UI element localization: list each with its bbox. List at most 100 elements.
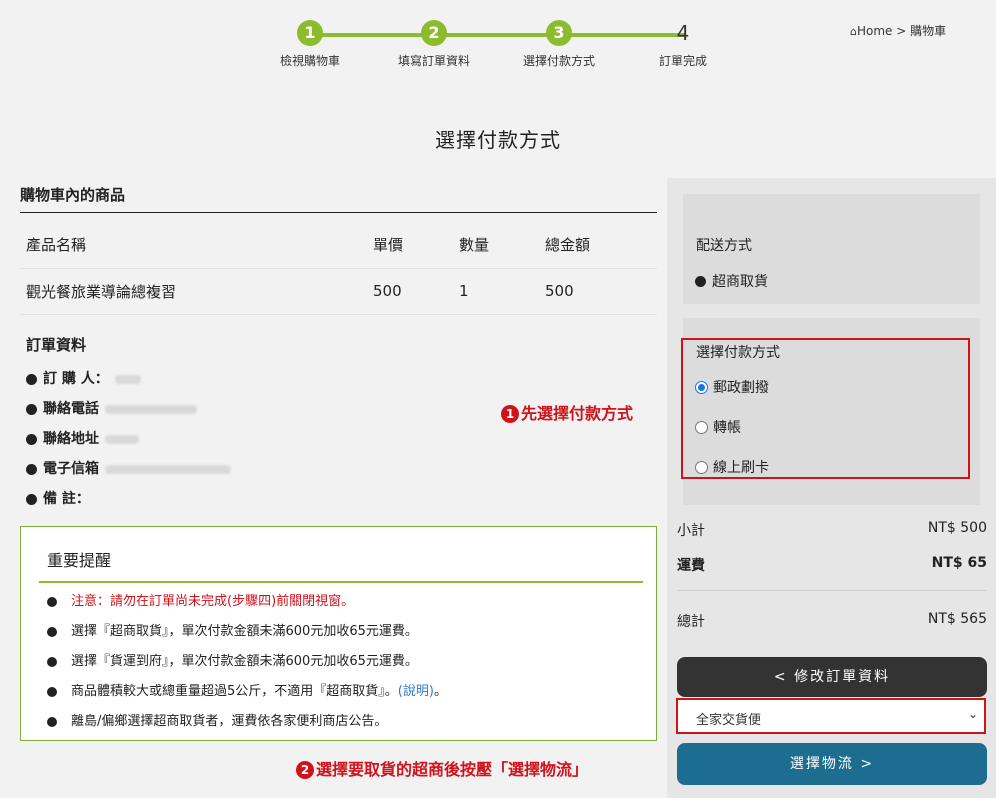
breadcrumb-home[interactable]: Home bbox=[857, 24, 892, 38]
order-info: 訂單資料 訂 購 人： 聯絡電話 聯絡地址 電子信箱 備 註： bbox=[26, 334, 231, 514]
bullet-icon bbox=[47, 657, 57, 667]
important-notice: 重要提醒 注意：請勿在訂單尚未完成(步驟四)前關閉視窗。 選擇『超商取貨』，單次… bbox=[20, 526, 657, 741]
total-row: 總計 NT$ 565 bbox=[677, 611, 987, 631]
edit-order-button[interactable]: < 修改訂單資料 bbox=[677, 657, 987, 697]
store-select-value[interactable]: 全家交貨便 bbox=[696, 709, 761, 728]
cart-header-row: 產品名稱 單價 數量 總金額 bbox=[20, 222, 657, 269]
order-field-label: 聯絡地址 bbox=[43, 431, 99, 447]
notice-text: 注意：請勿在訂單尚未完成(步驟四)前關閉視窗。 bbox=[71, 594, 355, 609]
bullet-icon bbox=[47, 687, 57, 697]
order-field-label: 訂 購 人： bbox=[43, 371, 109, 387]
total-value: NT$ 565 bbox=[927, 611, 987, 627]
order-field-label: 聯絡電話 bbox=[43, 401, 99, 417]
col-total: 總金額 bbox=[539, 222, 657, 269]
bullet-icon bbox=[26, 433, 37, 445]
order-field-label: 電子信箱 bbox=[43, 461, 99, 477]
choose-logistics-button[interactable]: 選擇物流 > bbox=[677, 743, 987, 785]
subtotal-row: 小計 NT$ 500 bbox=[677, 520, 987, 540]
shipping-fee-row: 運費 NT$ 65 bbox=[677, 555, 987, 575]
bullet-icon bbox=[26, 373, 37, 385]
checkout-stepper: 1 檢視購物車 2 填寫訂單資料 3 選擇付款方式 4 訂單完成 bbox=[270, 20, 720, 72]
notice-text: 選擇『貨運到府』，單次付款金額未滿600元加收65元運費。 bbox=[71, 654, 418, 669]
total-label: 總計 bbox=[677, 614, 705, 630]
step-4-number: 4 bbox=[676, 21, 690, 45]
bullet-icon bbox=[695, 275, 706, 287]
breadcrumb: ⌂Home > 購物車 bbox=[850, 22, 946, 39]
unit-price: 500 bbox=[367, 268, 453, 315]
page-title: 選擇付款方式 bbox=[435, 128, 561, 152]
col-quantity: 數量 bbox=[453, 222, 539, 269]
redacted-value bbox=[105, 404, 197, 414]
order-field-email: 電子信箱 bbox=[26, 454, 231, 484]
bullet-icon bbox=[26, 463, 37, 475]
list-item: 離島/偏鄉選擇超商取貨者，運費依各家便利商店公告。 bbox=[47, 707, 447, 737]
payment-highlight-frame bbox=[681, 338, 970, 479]
annotation-number: 1 bbox=[501, 405, 519, 423]
annotation-text: 先選擇付款方式 bbox=[521, 404, 634, 423]
order-field-address: 聯絡地址 bbox=[26, 424, 231, 454]
step-1-label: 檢視購物車 bbox=[279, 54, 340, 68]
explanation-link[interactable]: (說明) bbox=[398, 677, 434, 707]
redacted-value bbox=[105, 464, 231, 474]
table-row: 觀光餐旅業導論總複習 500 1 500 bbox=[20, 268, 657, 315]
redacted-value bbox=[114, 374, 141, 384]
cart-divider bbox=[20, 212, 657, 213]
notice-text: 商品體積較大或總重量超過5公斤，不適用『超商取貨』。 bbox=[71, 684, 398, 699]
bullet-icon bbox=[26, 403, 37, 415]
notice-text: 選擇『超商取貨』，單次付款金額未滿600元加收65元運費。 bbox=[71, 624, 418, 639]
list-item: 商品體積較大或總重量超過5公斤，不適用『超商取貨』。 (說明)。 bbox=[47, 677, 447, 707]
step-3-label: 選擇付款方式 bbox=[522, 54, 595, 68]
cart-table: 產品名稱 單價 數量 總金額 觀光餐旅業導論總複習 500 1 500 bbox=[20, 222, 657, 315]
quantity: 1 bbox=[453, 268, 539, 315]
bullet-icon bbox=[47, 717, 57, 727]
order-field-phone: 聯絡電話 bbox=[26, 394, 231, 424]
summary-divider bbox=[677, 590, 987, 591]
home-icon: ⌂ bbox=[850, 25, 857, 38]
annotation-step-1: 1 先選擇付款方式 bbox=[501, 400, 633, 424]
step-3: 3 選擇付款方式 bbox=[509, 20, 609, 69]
step-4: 4 訂單完成 bbox=[633, 20, 733, 69]
order-info-title: 訂單資料 bbox=[26, 336, 87, 354]
list-item: 選擇『超商取貨』，單次付款金額未滿600元加收65元運費。 bbox=[47, 617, 447, 647]
shipping-option: 超商取貨 bbox=[695, 271, 768, 291]
order-field-buyer: 訂 購 人： bbox=[26, 364, 231, 394]
bullet-icon bbox=[47, 597, 57, 607]
cart-heading: 購物車內的商品 bbox=[20, 186, 126, 204]
shipping-option-label: 超商取貨 bbox=[712, 274, 768, 290]
product-name: 觀光餐旅業導論總複習 bbox=[20, 268, 367, 315]
list-item: 注意：請勿在訂單尚未完成(步驟四)前關閉視窗。 bbox=[47, 587, 447, 617]
col-product-name: 產品名稱 bbox=[20, 222, 367, 269]
list-item: 選擇『貨運到府』，單次付款金額未滿600元加收65元運費。 bbox=[47, 647, 447, 677]
shipping-fee-value: NT$ 65 bbox=[931, 555, 987, 571]
step-2: 2 填寫訂單資料 bbox=[384, 20, 484, 69]
step-4-label: 訂單完成 bbox=[658, 54, 707, 68]
notice-divider bbox=[39, 581, 643, 583]
breadcrumb-current[interactable]: 購物車 bbox=[910, 24, 946, 38]
subtotal-value: NT$ 500 bbox=[927, 520, 987, 536]
annotation-step-2: 2 選擇要取貨的超商後按壓「選擇物流」 bbox=[296, 756, 588, 780]
step-1: 1 檢視購物車 bbox=[260, 20, 360, 69]
step-2-number: 2 bbox=[421, 20, 447, 46]
bullet-icon bbox=[47, 627, 57, 637]
store-select[interactable]: 全家交貨便 ⌄ bbox=[676, 698, 986, 734]
breadcrumb-separator: > bbox=[896, 24, 907, 38]
annotation-text: 選擇要取貨的超商後按壓「選擇物流」 bbox=[316, 760, 589, 779]
step-1-number: 1 bbox=[297, 20, 323, 46]
col-unit-price: 單價 bbox=[367, 222, 453, 269]
annotation-number: 2 bbox=[296, 761, 314, 779]
shipping-method-title: 配送方式 bbox=[696, 238, 752, 254]
notice-list: 注意：請勿在訂單尚未完成(步驟四)前關閉視窗。 選擇『超商取貨』，單次付款金額未… bbox=[47, 587, 447, 737]
notice-title: 重要提醒 bbox=[47, 551, 112, 570]
order-field-note: 備 註： bbox=[26, 484, 231, 514]
step-3-number: 3 bbox=[546, 20, 572, 46]
step-2-label: 填寫訂單資料 bbox=[397, 54, 470, 68]
bullet-icon bbox=[26, 493, 37, 505]
shipping-fee-label: 運費 bbox=[677, 558, 705, 574]
subtotal-label: 小計 bbox=[677, 523, 705, 539]
notice-text-end: 。 bbox=[433, 684, 447, 699]
order-field-label: 備 註： bbox=[43, 491, 90, 507]
stepper-line bbox=[310, 33, 685, 37]
shipping-method-box: 配送方式 超商取貨 bbox=[683, 194, 980, 304]
redacted-value bbox=[105, 434, 139, 444]
chevron-down-icon[interactable]: ⌄ bbox=[968, 707, 978, 721]
